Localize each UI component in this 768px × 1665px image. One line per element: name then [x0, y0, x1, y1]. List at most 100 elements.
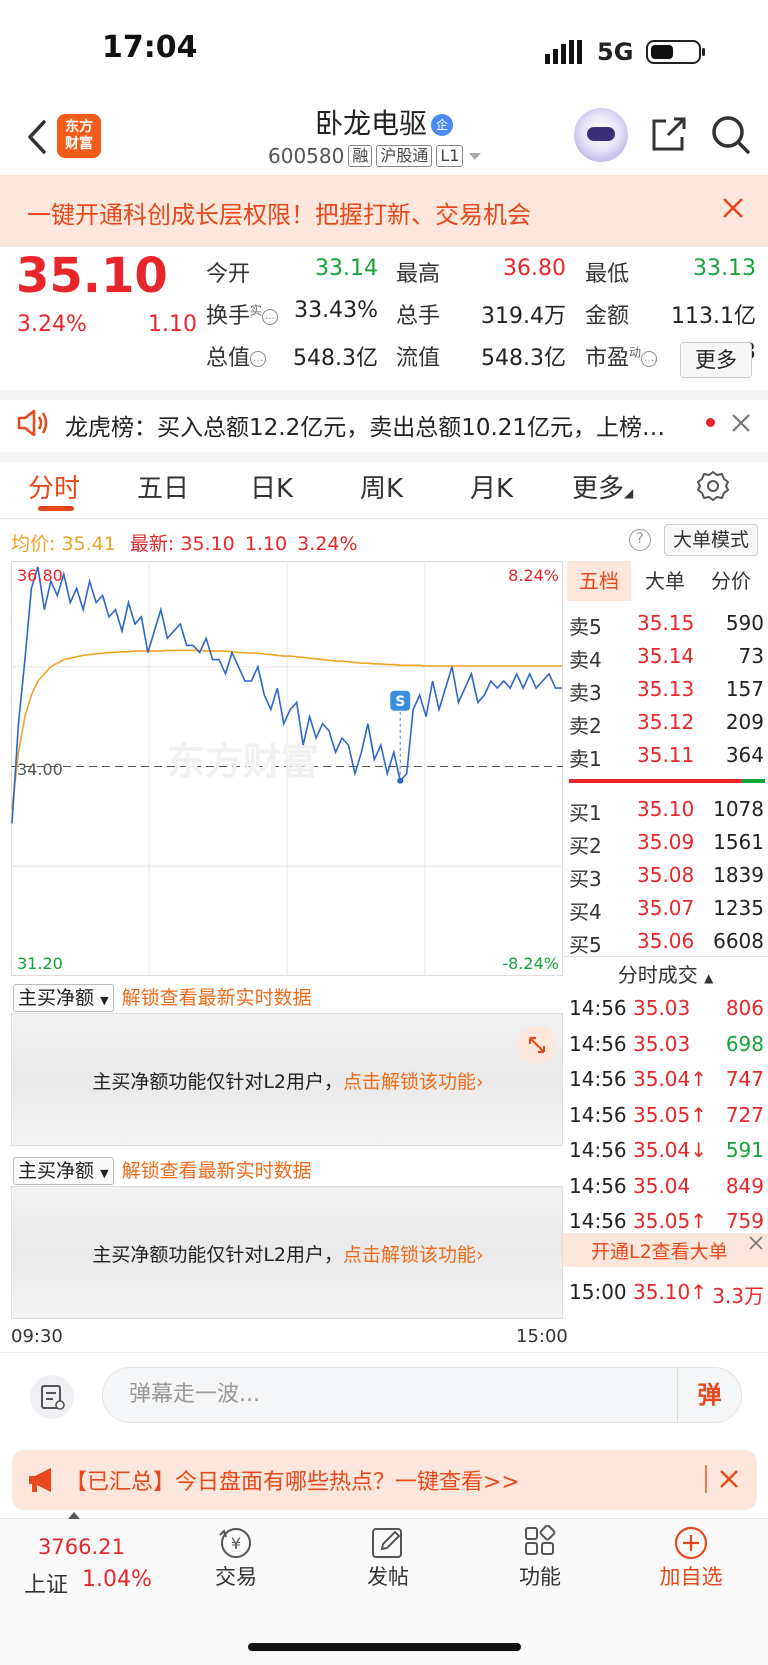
signal-icon [545, 40, 582, 64]
level-label: 卖2 [569, 714, 602, 738]
nav-add-watchlist-label: 加自选 [659, 1565, 723, 1589]
level-label: 卖5 [569, 615, 602, 639]
tab-more[interactable]: 更多◢ [572, 468, 633, 505]
bid-row[interactable]: 买5 35.06 6608 [563, 925, 768, 958]
tab-active-indicator [38, 506, 74, 511]
unlock-link[interactable]: 解锁查看最新实时数据 [122, 987, 312, 1009]
watermark-logo: 东方财富 [167, 740, 319, 784]
stock-code-row[interactable]: 600580 融 沪股通 L1 [268, 144, 483, 168]
bid-row[interactable]: 买4 35.07 1235 [563, 892, 768, 925]
news-ticker-text[interactable]: 龙虎榜：买入总额12.2亿元，卖出总额10.21亿元，上榜… [65, 408, 675, 442]
quote-label: 总值… [206, 340, 267, 372]
indicator-dropdown[interactable]: 主买净额 ▼ [13, 984, 114, 1012]
tick-price: 35.04↑ [633, 1067, 708, 1091]
ask-row[interactable]: 卖5 35.15 590 [563, 607, 768, 640]
quote-label: 今开 [206, 262, 251, 287]
level-volume: 6608 [713, 929, 764, 953]
tab-intraday[interactable]: 分时 [28, 468, 80, 505]
info-icon[interactable]: … [250, 351, 267, 367]
share-icon[interactable] [648, 115, 690, 155]
x-end-label: 15:00 [516, 1326, 568, 1347]
intraday-chart[interactable]: 东方财富 S 36.80 34.00 31.20 8.24% -8.24% [11, 561, 563, 976]
notes-icon[interactable] [30, 1375, 74, 1419]
gear-icon[interactable] [697, 470, 729, 502]
close-icon[interactable] [748, 1235, 764, 1251]
unlock-feature-link[interactable]: 点击解锁该功能 [343, 1244, 476, 1266]
nav-trade-label: 交易 [215, 1565, 257, 1589]
more-button[interactable]: 更多 [680, 342, 752, 378]
big-order-mode-button[interactable]: 大单模式 [664, 524, 758, 556]
verified-badge-icon: 企 [431, 114, 453, 136]
trade-tick-row: 14:56 35.04↑ 747 [563, 1063, 768, 1098]
divider [563, 956, 768, 957]
quote-label: 最高 [396, 262, 441, 287]
tab-five-day[interactable]: 五日 [137, 468, 189, 505]
index-name[interactable]: 上证 [24, 1567, 68, 1599]
tab-price-distribution[interactable]: 分价 [699, 561, 763, 601]
bid-row[interactable]: 买3 35.08 1839 [563, 859, 768, 892]
indicator-dropdown[interactable]: 主买净额 ▼ [13, 1157, 114, 1185]
nav-post[interactable]: 发帖 [348, 1525, 428, 1591]
l2-banner-text[interactable]: 开通L2查看大单 [591, 1237, 728, 1264]
ask-row[interactable]: 卖2 35.12 209 [563, 706, 768, 739]
info-icon[interactable]: … [641, 351, 658, 367]
trade-tick-row: 14:56 35.04↓ 591 [563, 1134, 768, 1169]
ask-row[interactable]: 卖3 35.13 157 [563, 673, 768, 706]
nav-trade[interactable]: ¥ 交易 [196, 1525, 276, 1591]
level-price: 35.12 [637, 710, 695, 734]
close-icon[interactable] [720, 195, 746, 221]
quote-label: 换手实… [206, 298, 279, 330]
close-icon[interactable] [730, 412, 752, 434]
bid-ask-ratio-bar [569, 779, 765, 783]
tag-level: L1 [436, 145, 464, 167]
change-percent: 3.24% [17, 312, 87, 337]
bid-row[interactable]: 买2 35.09 1561 [563, 826, 768, 859]
unlock-feature-link[interactable]: 点击解锁该功能 [343, 1071, 476, 1093]
hot-topics-text[interactable]: 【已汇总】今日盘面有哪些热点？一键查看>> [65, 1464, 520, 1496]
level-price: 35.14 [637, 644, 695, 668]
ticks-title[interactable]: 分时成交 ▲ [563, 959, 768, 988]
indicator-message: 主买净额功能仅针对L2用户， [92, 1071, 344, 1093]
level-volume: 364 [725, 743, 764, 767]
level-volume: 590 [725, 611, 764, 635]
level-price: 35.07 [637, 896, 695, 920]
tick-price: 35.05↑ [633, 1102, 708, 1127]
info-icon[interactable]: … [262, 309, 279, 325]
level-price: 35.06 [637, 929, 695, 953]
nav-features[interactable]: 功能 [500, 1525, 580, 1591]
ask-row[interactable]: 卖4 35.14 73 [563, 640, 768, 673]
danmu-input[interactable]: 弹幕走一波... [102, 1367, 742, 1423]
tab-big-orders[interactable]: 大单 [633, 561, 697, 601]
tab-monthly-k[interactable]: 月K [470, 468, 513, 505]
tick-volume: 759 [725, 1209, 764, 1233]
tab-weekly-k[interactable]: 周K [360, 468, 403, 505]
indicator-message: 主买净额功能仅针对L2用户， [92, 1244, 344, 1266]
index-value[interactable]: 3766.21 [38, 1535, 125, 1559]
ask-row[interactable]: 卖1 35.11 364 [563, 739, 768, 772]
assistant-robot-icon[interactable] [574, 108, 628, 162]
promo-text[interactable]: 一键开通科创成长层权限！把握打新、交易机会 [27, 195, 531, 230]
l2-banner[interactable]: 开通L2查看大单 [563, 1233, 768, 1267]
close-icon[interactable] [718, 1468, 740, 1490]
order-book: 五档 大单 分价 卖5 35.15 590 卖4 35.14 73 卖3 35.13 157 卖2… [563, 561, 768, 1308]
tab-five-levels[interactable]: 五档 [567, 561, 631, 601]
expand-icon[interactable] [518, 1026, 556, 1064]
y-max-label: 36.80 [17, 566, 63, 585]
divider [0, 518, 768, 519]
danmu-toggle-button[interactable]: 弹 [677, 1368, 741, 1422]
tab-daily-k[interactable]: 日K [250, 468, 293, 505]
bid-row[interactable]: 买1 35.10 1078 [563, 793, 768, 826]
tick-time: 14:56 [569, 1102, 627, 1127]
nav-features-label: 功能 [519, 1565, 561, 1589]
quote-value: 548.3亿 [293, 346, 378, 371]
nav-add-watchlist[interactable]: 加自选 [651, 1525, 731, 1591]
index-percent[interactable]: 1.04% [82, 1567, 152, 1592]
quote-label: 总手 [396, 304, 441, 329]
search-icon[interactable] [710, 114, 752, 156]
tick-price: 35.04↓ [633, 1138, 708, 1162]
help-icon[interactable]: ? [629, 529, 651, 551]
quote-label: 流值 [396, 346, 441, 371]
indicator-header-2: 主买净额 ▼ 解锁查看最新实时数据 [13, 1156, 312, 1185]
unlock-link[interactable]: 解锁查看最新实时数据 [122, 1160, 312, 1182]
tick-volume: 806 [725, 996, 764, 1020]
